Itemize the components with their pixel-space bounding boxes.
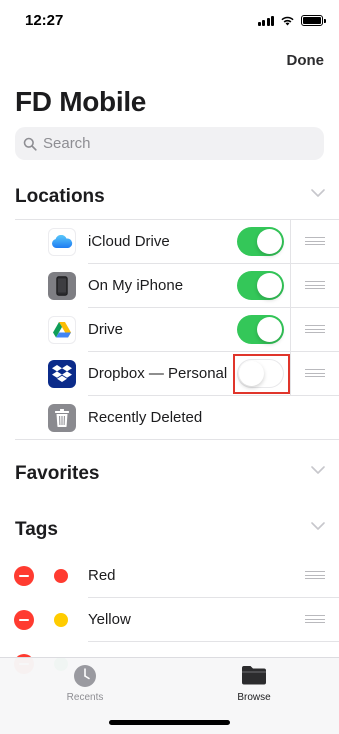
locations-section-header[interactable]: Locations <box>0 180 339 216</box>
google-drive-icon <box>48 316 76 344</box>
favorites-section-header[interactable]: Favorites <box>0 457 339 493</box>
drag-handle[interactable] <box>305 369 325 379</box>
location-row-drive[interactable]: Drive <box>0 308 339 352</box>
status-time: 12:27 <box>25 12 64 29</box>
tab-recents[interactable]: Recents <box>45 664 125 703</box>
tag-row-yellow[interactable]: Yellow <box>0 598 339 642</box>
tag-color-dot <box>54 569 68 583</box>
chevron-down-icon[interactable] <box>311 189 325 197</box>
home-indicator <box>109 720 230 725</box>
location-label: Dropbox — Personal <box>88 365 228 382</box>
chevron-down-icon[interactable] <box>311 466 325 474</box>
folder-icon <box>242 666 266 685</box>
drag-handle[interactable] <box>305 571 325 581</box>
tab-recents-label: Recents <box>66 692 104 703</box>
location-row-on-my-iphone[interactable]: On My iPhone <box>0 264 339 308</box>
tag-color-dot <box>54 613 68 627</box>
trash-icon <box>48 404 76 432</box>
status-bar: 12:27 <box>0 0 339 44</box>
tag-label: Yellow <box>88 611 131 628</box>
drag-handle[interactable] <box>305 615 325 625</box>
tags-section-header[interactable]: Tags <box>0 513 339 549</box>
favorites-section-title: Favorites <box>15 463 100 484</box>
locations-list: iCloud Drive On My iPhone Drive Dropbox … <box>0 220 339 440</box>
icloud-drive-toggle[interactable] <box>237 227 284 256</box>
dropbox-icon <box>48 360 76 388</box>
locations-section-title: Locations <box>15 186 105 207</box>
icloud-icon <box>48 228 76 256</box>
location-label: Recently Deleted <box>88 409 203 426</box>
remove-tag-button[interactable] <box>14 566 34 586</box>
tag-row-red[interactable]: Red <box>0 554 339 598</box>
highlight-annotation <box>233 354 290 394</box>
drag-handle[interactable] <box>305 325 325 335</box>
search-bar[interactable] <box>15 127 324 160</box>
done-button[interactable]: Done <box>287 52 325 69</box>
location-row-icloud-drive[interactable]: iCloud Drive <box>0 220 339 264</box>
battery-icon <box>301 15 326 26</box>
drive-toggle[interactable] <box>237 315 284 344</box>
location-label: Drive <box>88 321 124 338</box>
on-my-iphone-toggle[interactable] <box>237 271 284 300</box>
location-label: On My iPhone <box>88 277 184 294</box>
cellular-signal-icon <box>257 15 274 26</box>
tag-label: Red <box>88 567 116 584</box>
page-title: FD Mobile <box>15 86 147 117</box>
clock-icon <box>74 665 96 687</box>
search-icon <box>23 137 37 151</box>
iphone-icon <box>48 272 76 300</box>
wifi-icon <box>281 16 294 26</box>
drag-handle[interactable] <box>305 281 325 291</box>
location-label: iCloud Drive <box>88 233 170 250</box>
remove-tag-button[interactable] <box>14 610 34 630</box>
search-input[interactable] <box>43 135 303 152</box>
tab-browse[interactable]: Browse <box>214 664 294 703</box>
status-icons <box>257 15 326 26</box>
tags-section-title: Tags <box>15 519 58 540</box>
drag-handle[interactable] <box>305 237 325 247</box>
location-row-recently-deleted[interactable]: Recently Deleted <box>0 396 339 440</box>
chevron-down-icon[interactable] <box>311 522 325 530</box>
location-row-dropbox-personal[interactable]: Dropbox — Personal <box>0 352 339 396</box>
tab-browse-label: Browse <box>237 692 271 703</box>
